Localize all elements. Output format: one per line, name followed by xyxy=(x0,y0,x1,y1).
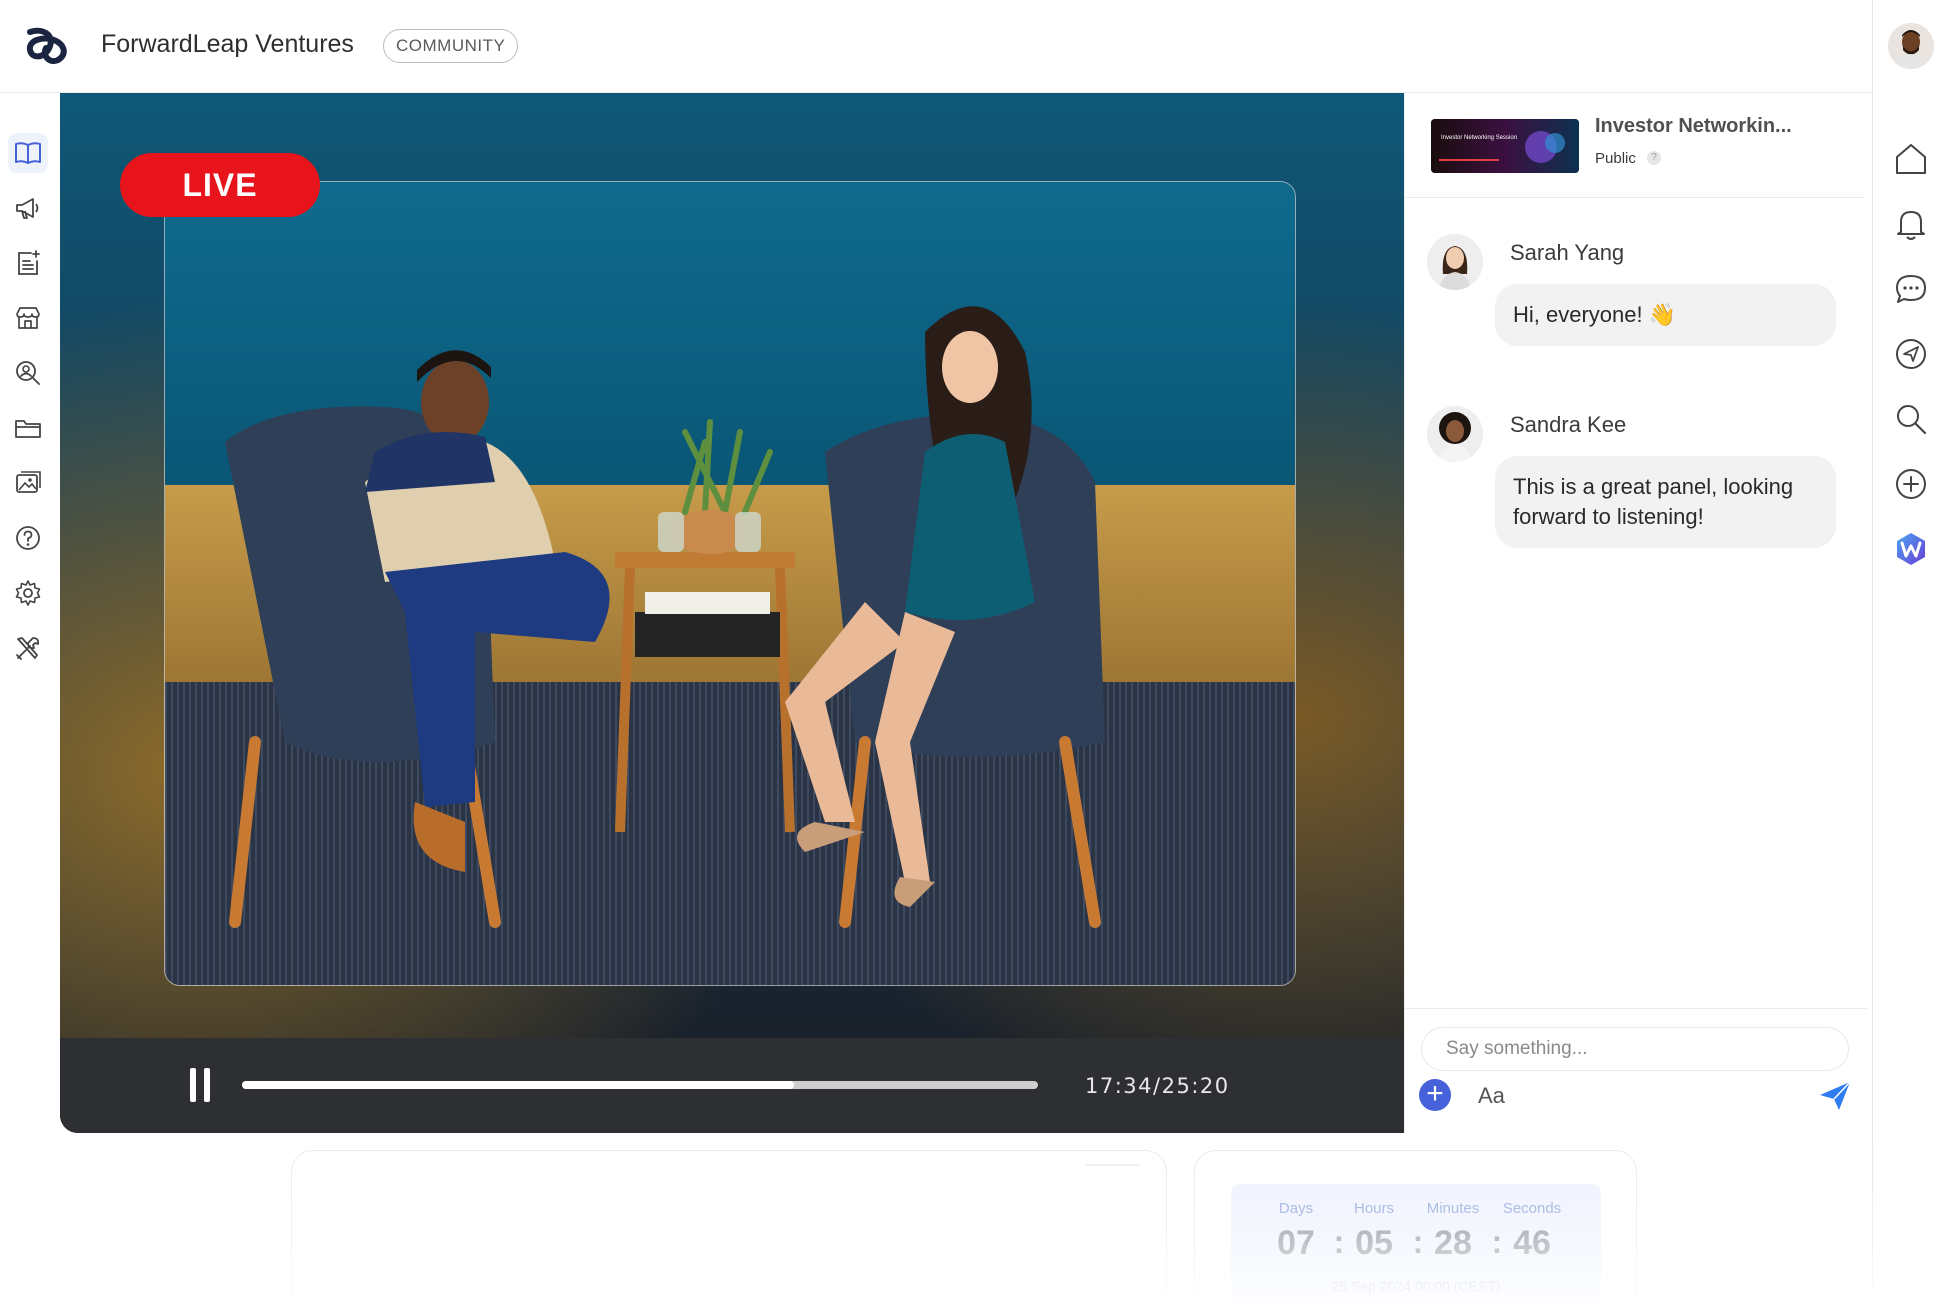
folder-icon[interactable] xyxy=(8,408,48,448)
chat-panel: Investor Networking Session Investor Net… xyxy=(1404,93,1872,1133)
search-icon[interactable] xyxy=(1893,401,1929,437)
countdown-label-minutes: Minutes xyxy=(1426,1200,1480,1217)
left-sidebar xyxy=(0,93,60,1293)
countdown-minutes: 28 xyxy=(1434,1224,1472,1262)
countdown-label-seconds: Seconds xyxy=(1502,1200,1562,1217)
countdown-label-days: Days xyxy=(1278,1200,1314,1217)
user-avatar[interactable] xyxy=(1888,23,1934,69)
event-header[interactable]: Investor Networking Session Investor Net… xyxy=(1405,93,1865,198)
people-search-icon[interactable] xyxy=(8,353,48,393)
countdown-date: 25 Sep 2024 00:00 (CEST) xyxy=(1331,1278,1501,1294)
sandra-avatar[interactable] xyxy=(1427,406,1483,462)
tools-icon[interactable] xyxy=(8,628,48,668)
community-badge: COMMUNITY xyxy=(383,29,519,63)
progress-fill xyxy=(242,1081,795,1089)
navigation-icon[interactable] xyxy=(1893,336,1929,372)
event-thumbnail: Investor Networking Session xyxy=(1431,119,1579,173)
chat-input[interactable] xyxy=(1421,1027,1849,1071)
add-attachment-button[interactable]: + xyxy=(1419,1079,1451,1111)
event-visibility: Public xyxy=(1595,150,1636,167)
card-tab-indicator xyxy=(1086,1164,1140,1166)
forwardleap-logo[interactable] xyxy=(24,24,72,68)
message-bubble: Hi, everyone! 👋 xyxy=(1495,284,1836,346)
message-bubble: This is a great panel, looking forward t… xyxy=(1495,456,1836,548)
store-icon[interactable] xyxy=(8,298,48,338)
info-card xyxy=(291,1150,1167,1305)
send-icon[interactable] xyxy=(1817,1079,1853,1113)
help-icon[interactable] xyxy=(8,518,48,558)
message-author: Sandra Kee xyxy=(1510,412,1627,437)
pause-icon-bar-right xyxy=(204,1068,210,1102)
countdown-seconds: 46 xyxy=(1513,1224,1551,1262)
book-icon[interactable] xyxy=(8,133,48,173)
chat-icon[interactable] xyxy=(1893,271,1929,307)
app-w-icon[interactable] xyxy=(1893,531,1929,567)
countdown-timer: Days Hours Minutes Seconds 07 : 05 : 28 … xyxy=(1231,1184,1601,1305)
video-scene xyxy=(165,182,1295,985)
pause-icon-bar-left xyxy=(190,1068,196,1102)
live-badge: LIVE xyxy=(120,153,320,217)
time-readout: 17:34/25:20 xyxy=(1085,1074,1230,1098)
app-root: ForwardLeap Ventures COMMUNITY LIVE 17:3… xyxy=(0,0,1949,1305)
video-player[interactable]: LIVE 17:34/25:20 xyxy=(60,93,1404,1133)
sarah-avatar[interactable] xyxy=(1427,234,1483,290)
visibility-help-icon[interactable]: ? xyxy=(1647,151,1661,165)
chat-composer: + Aa xyxy=(1405,1008,1867,1133)
settings-icon[interactable] xyxy=(8,573,48,613)
event-title: Investor Networkin... xyxy=(1595,115,1792,137)
player-controls: 17:34/25:20 xyxy=(60,1038,1404,1133)
event-thumbnail-caption: Investor Networking Session xyxy=(1441,135,1517,141)
video-frame xyxy=(164,181,1296,986)
app-title: ForwardLeap Ventures xyxy=(101,30,354,58)
bell-icon[interactable] xyxy=(1893,206,1929,242)
progress-bar[interactable] xyxy=(242,1081,1038,1089)
add-post-icon[interactable] xyxy=(8,243,48,283)
gallery-icon[interactable] xyxy=(8,463,48,503)
top-bar: ForwardLeap Ventures COMMUNITY xyxy=(0,0,1872,93)
countdown-days: 07 xyxy=(1277,1224,1315,1262)
countdown-card: Days Hours Minutes Seconds 07 : 05 : 28 … xyxy=(1194,1150,1637,1305)
megaphone-icon[interactable] xyxy=(8,188,48,228)
text-format-button[interactable]: Aa xyxy=(1478,1083,1505,1109)
message-author: Sarah Yang xyxy=(1510,240,1625,265)
countdown-hours: 05 xyxy=(1355,1224,1393,1262)
add-circle-icon[interactable] xyxy=(1893,466,1929,502)
home-icon[interactable] xyxy=(1893,141,1929,177)
pause-button[interactable] xyxy=(190,1068,214,1102)
countdown-label-hours: Hours xyxy=(1353,1200,1394,1217)
right-rail xyxy=(1873,93,1949,1293)
